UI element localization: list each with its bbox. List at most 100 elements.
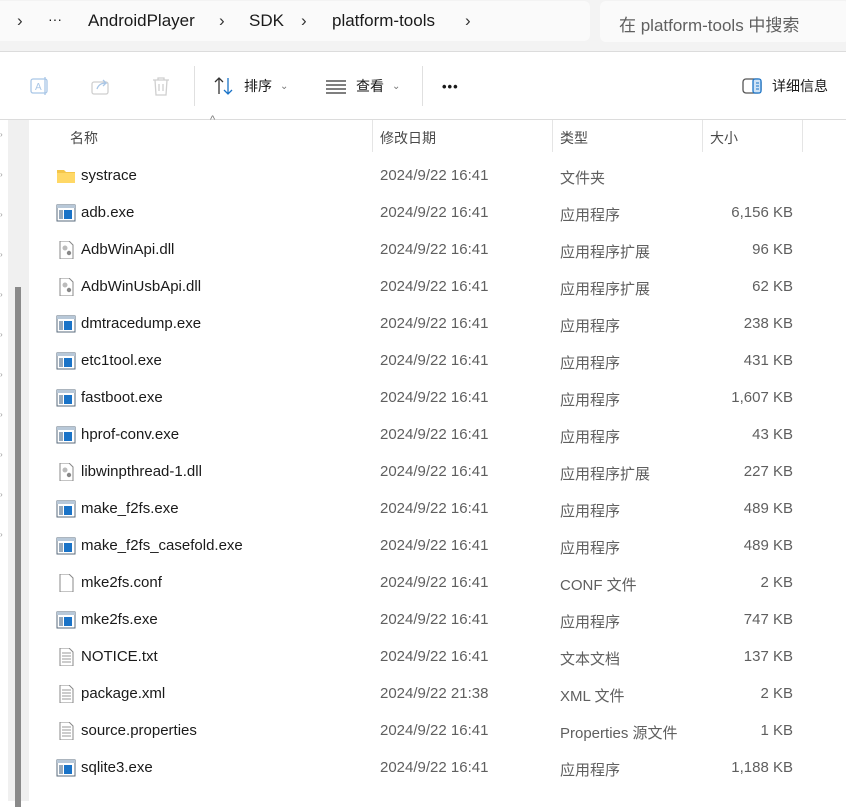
- file-size: 489 KB: [743, 537, 793, 554]
- column-header-type[interactable]: 类型: [560, 128, 588, 148]
- file-size: 43 KB: [752, 426, 793, 443]
- file-date: 2024/9/22 16:41: [380, 759, 489, 776]
- file-row[interactable]: etc1tool.exe 2024/9/22 16:41 应用程序 431 KB: [30, 343, 846, 380]
- sort-label: 排序: [244, 78, 272, 94]
- file-name: make_f2fs_casefold.exe: [81, 537, 243, 554]
- column-divider[interactable]: [802, 120, 803, 152]
- file-size: 6,156 KB: [731, 204, 793, 221]
- expand-arrow-icon[interactable]: ›: [0, 410, 5, 419]
- column-header-row: ^ 名称 修改日期 类型 大小: [30, 114, 846, 152]
- file-size: 431 KB: [743, 352, 793, 369]
- expand-arrow-icon[interactable]: ›: [0, 490, 5, 499]
- expand-arrow-icon[interactable]: ›: [0, 450, 5, 459]
- file-row[interactable]: package.xml 2024/9/22 21:38 XML 文件 2 KB: [30, 676, 846, 713]
- file-row[interactable]: AdbWinApi.dll 2024/9/22 16:41 应用程序扩展 96 …: [30, 232, 846, 269]
- view-button[interactable]: 查看 ⌄: [326, 52, 400, 120]
- chevron-down-icon: ⌄: [392, 80, 401, 92]
- file-row[interactable]: hprof-conv.exe 2024/9/22 16:41 应用程序 43 K…: [30, 417, 846, 454]
- file-row[interactable]: sqlite3.exe 2024/9/22 16:41 应用程序 1,188 K…: [30, 750, 846, 787]
- expand-arrow-icon[interactable]: ›: [0, 290, 5, 299]
- file-type: 应用程序: [560, 318, 621, 335]
- file-size: 1,607 KB: [731, 389, 793, 406]
- list-view-icon: [326, 80, 346, 94]
- column-divider[interactable]: [702, 120, 703, 152]
- exe-file-icon: [56, 389, 76, 407]
- file-date: 2024/9/22 16:41: [380, 574, 489, 591]
- file-date: 2024/9/22 16:41: [380, 611, 489, 628]
- file-row[interactable]: source.properties 2024/9/22 16:41 Proper…: [30, 713, 846, 750]
- share-button[interactable]: [90, 52, 112, 120]
- column-header-name[interactable]: 名称: [70, 128, 98, 148]
- expand-arrow-icon[interactable]: ›: [0, 170, 5, 179]
- file-date: 2024/9/22 21:38: [380, 685, 489, 702]
- file-date: 2024/9/22 16:41: [380, 426, 489, 443]
- file-size: 96 KB: [752, 241, 793, 258]
- navigation-pane-edge: › › › › › › › › › › ›: [0, 120, 30, 807]
- file-name: AdbWinApi.dll: [81, 241, 175, 258]
- chevron-right-icon[interactable]: ›: [17, 11, 23, 31]
- file-row[interactable]: libwinpthread-1.dll 2024/9/22 16:41 应用程序…: [30, 454, 846, 491]
- expand-arrow-icon[interactable]: ›: [0, 130, 5, 139]
- divider: [422, 66, 423, 106]
- blank-file-icon: [56, 573, 76, 593]
- file-date: 2024/9/22 16:41: [380, 463, 489, 480]
- file-name: systrace: [81, 167, 137, 184]
- breadcrumb-item-platform-tools[interactable]: platform-tools: [332, 11, 435, 31]
- expand-arrow-icon[interactable]: ›: [0, 530, 5, 539]
- file-row[interactable]: NOTICE.txt 2024/9/22 16:41 文本文档 137 KB: [30, 639, 846, 676]
- column-divider[interactable]: [372, 120, 373, 152]
- expand-arrow-icon[interactable]: ›: [0, 370, 5, 379]
- file-row[interactable]: dmtracedump.exe 2024/9/22 16:41 应用程序 238…: [30, 306, 846, 343]
- file-row[interactable]: make_f2fs.exe 2024/9/22 16:41 应用程序 489 K…: [30, 491, 846, 528]
- file-row[interactable]: make_f2fs_casefold.exe 2024/9/22 16:41 应…: [30, 528, 846, 565]
- share-icon: [91, 79, 109, 95]
- file-type: 应用程序: [560, 503, 621, 520]
- chevron-right-icon[interactable]: ›: [465, 11, 471, 31]
- details-pane-icon: [742, 78, 762, 94]
- sort-button[interactable]: 排序 ⌄: [213, 52, 288, 120]
- file-size: 238 KB: [743, 315, 793, 332]
- file-size: 747 KB: [743, 611, 793, 628]
- file-date: 2024/9/22 16:41: [380, 167, 489, 184]
- expand-arrow-icon[interactable]: ›: [0, 210, 5, 219]
- file-type: 文本文档: [560, 651, 621, 668]
- exe-file-icon: [56, 500, 76, 518]
- scrollbar-thumb[interactable]: [15, 287, 21, 807]
- file-row[interactable]: systrace 2024/9/22 16:41 文件夹: [30, 158, 846, 195]
- breadcrumb-item-sdk[interactable]: SDK: [249, 11, 284, 31]
- details-pane-button[interactable]: 详细信息: [742, 52, 828, 120]
- file-row[interactable]: adb.exe 2024/9/22 16:41 应用程序 6,156 KB: [30, 195, 846, 232]
- file-name: NOTICE.txt: [81, 648, 158, 665]
- file-row[interactable]: mke2fs.conf 2024/9/22 16:41 CONF 文件 2 KB: [30, 565, 846, 602]
- file-row[interactable]: AdbWinUsbApi.dll 2024/9/22 16:41 应用程序扩展 …: [30, 269, 846, 306]
- breadcrumb-item-androidplayer[interactable]: AndroidPlayer: [88, 11, 195, 31]
- delete-button[interactable]: [150, 52, 172, 120]
- column-header-size[interactable]: 大小: [710, 128, 738, 148]
- divider: [194, 66, 195, 106]
- expand-arrow-icon[interactable]: ›: [0, 250, 5, 259]
- column-header-date[interactable]: 修改日期: [380, 128, 436, 148]
- file-size: 1 KB: [760, 722, 793, 739]
- file-row[interactable]: mke2fs.exe 2024/9/22 16:41 应用程序 747 KB: [30, 602, 846, 639]
- file-date: 2024/9/22 16:41: [380, 278, 489, 295]
- file-row[interactable]: fastboot.exe 2024/9/22 16:41 应用程序 1,607 …: [30, 380, 846, 417]
- more-options-button[interactable]: •••: [442, 52, 459, 120]
- expand-arrow-icon[interactable]: ›: [0, 330, 5, 339]
- rename-button[interactable]: A: [30, 52, 52, 120]
- svg-text:A: A: [35, 82, 42, 93]
- file-name: source.properties: [81, 722, 197, 739]
- chevron-right-icon[interactable]: ›: [219, 11, 225, 31]
- file-name: etc1tool.exe: [81, 352, 162, 369]
- breadcrumb[interactable]: › ··· AndroidPlayer › SDK › platform-too…: [0, 1, 590, 41]
- file-size: 2 KB: [760, 574, 793, 591]
- breadcrumb-overflow[interactable]: ···: [48, 11, 62, 27]
- file-type: 应用程序: [560, 207, 621, 224]
- exe-file-icon: [56, 352, 76, 370]
- file-type: Properties 源文件: [560, 725, 678, 742]
- text-file-icon: [56, 721, 76, 741]
- exe-file-icon: [56, 759, 76, 777]
- chevron-right-icon[interactable]: ›: [301, 11, 307, 31]
- column-divider[interactable]: [552, 120, 553, 152]
- search-input[interactable]: 在 platform-tools 中搜索: [600, 1, 846, 42]
- file-date: 2024/9/22 16:41: [380, 537, 489, 554]
